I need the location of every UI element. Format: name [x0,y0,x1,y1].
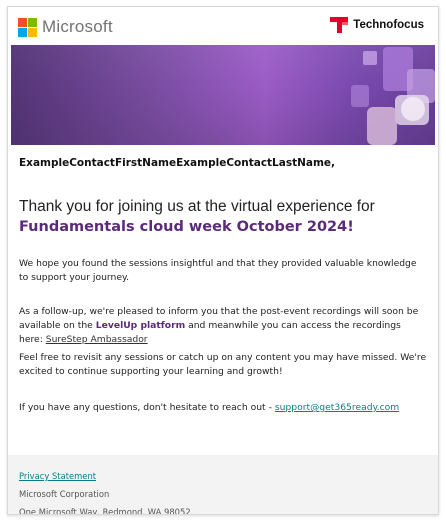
email-header: Microsoft Technofocus [8,7,438,45]
surestep-ambassador-link[interactable]: SureStep Ambassador [46,334,148,345]
email-frame: Microsoft Technofocus ExampleContactFirs… [7,6,439,515]
microsoft-wordmark: Microsoft [42,17,113,36]
technofocus-logo-icon [330,17,349,33]
event-name: Fundamentals cloud week October 2024! [19,219,354,235]
technofocus-wordmark: Technofocus [353,19,424,31]
levelup-platform-text: LevelUp platform [95,320,186,331]
company-address: One Microsoft Way, Redmond, WA 98052. [19,507,194,515]
microsoft-logo: Microsoft [18,17,113,37]
support-email-link[interactable]: support@get365ready.com [275,402,399,413]
hero-banner [11,45,435,145]
paragraph-intro: We hope you found the sessions insightfu… [19,258,417,283]
paragraph-revisit: Feel free to revisit any sessions or cat… [19,352,427,377]
company-name: Microsoft Corporation [19,489,110,499]
microsoft-logo-icon [18,18,37,37]
headline-text: Thank you for joining us at the virtual … [19,198,375,215]
paragraph-followup: As a follow-up, we're pleased to inform … [19,306,419,345]
greeting: ExampleContactFirstNameExampleContactLas… [19,157,336,169]
privacy-statement-link[interactable]: Privacy Statement [19,471,96,481]
email-body: ExampleContactFirstNameExampleContactLas… [19,157,427,415]
technofocus-logo: Technofocus [329,15,424,35]
paragraph-contact: If you have any questions, don't hesitat… [19,402,400,413]
banner-decoration [11,45,435,145]
headline: Thank you for joining us at the virtual … [19,197,427,237]
email-footer: Privacy Statement Microsoft Corporation … [8,455,438,514]
